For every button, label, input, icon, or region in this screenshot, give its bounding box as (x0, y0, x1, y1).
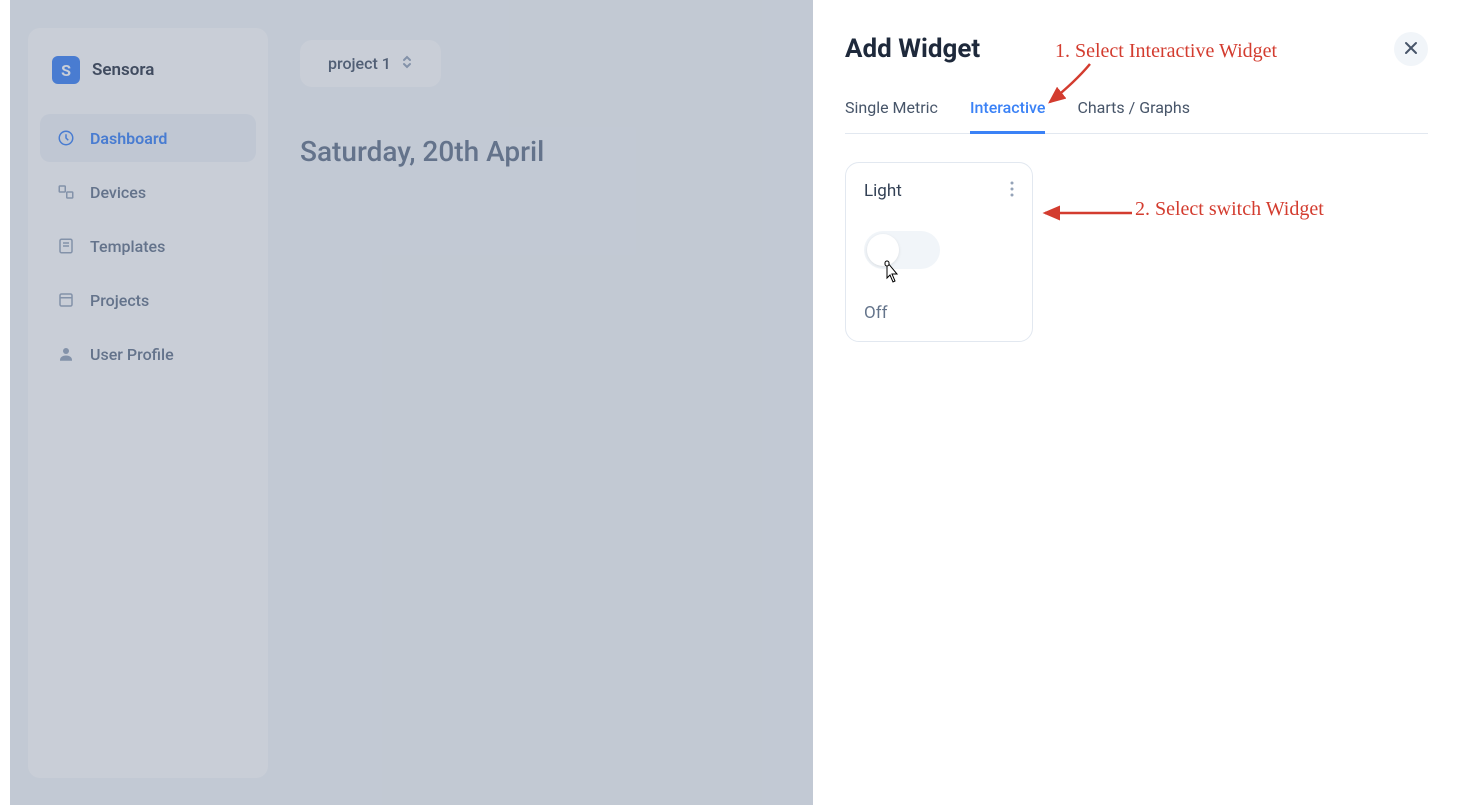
widget-grid: Light Off (845, 162, 1428, 342)
widget-card-header: Light (864, 181, 1014, 201)
more-vertical-icon (1010, 182, 1014, 201)
switch-widget-card[interactable]: Light Off (845, 162, 1033, 342)
close-icon (1404, 40, 1418, 59)
modal-overlay[interactable] (10, 0, 813, 805)
tab-charts-graphs[interactable]: Charts / Graphs (1077, 88, 1190, 134)
widget-tabs: Single Metric Interactive Charts / Graph… (845, 88, 1428, 134)
tab-single-metric[interactable]: Single Metric (845, 88, 938, 134)
panel-title: Add Widget (845, 34, 980, 64)
widget-state-label: Off (864, 303, 1014, 323)
widget-menu-button[interactable] (1010, 181, 1014, 201)
widget-card-title: Light (864, 181, 902, 201)
toggle-thumb (867, 234, 899, 266)
panel-header: Add Widget (845, 32, 1428, 66)
tab-interactive[interactable]: Interactive (970, 88, 1046, 134)
toggle-switch[interactable] (864, 231, 940, 269)
close-button[interactable] (1394, 32, 1428, 66)
add-widget-panel: Add Widget Single Metric Interactive Cha… (813, 0, 1460, 805)
